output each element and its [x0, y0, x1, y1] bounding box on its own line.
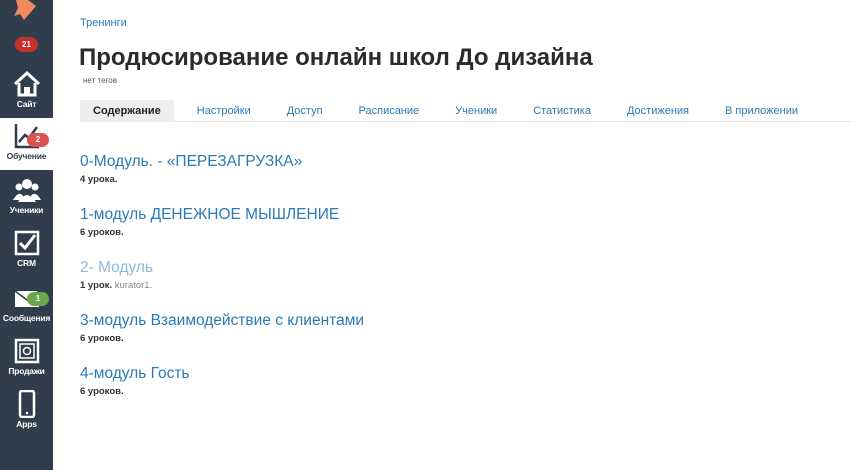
tags-label: нет тегов: [83, 76, 117, 85]
page-title: Продюсирование онлайн школ До дизайна: [79, 44, 593, 71]
home-icon: [13, 70, 40, 97]
module-link[interactable]: 0-Модуль. - «ПЕРЕЗАГРУЗКА»: [80, 152, 841, 172]
module-link[interactable]: 4-модуль Гость: [80, 364, 841, 384]
lesson-count: 6 уроков.: [80, 333, 124, 344]
sidebar-item-label: Apps: [16, 419, 37, 429]
module-link[interactable]: 3-модуль Взаимодействие с клиентами: [80, 311, 841, 331]
tab-schedule[interactable]: Расписание: [346, 100, 433, 122]
sidebar-item-students[interactable]: Ученики: [0, 172, 53, 224]
phone-icon: [18, 390, 35, 418]
sidebar-item-crm[interactable]: CRM: [0, 225, 53, 277]
breadcrumb-trainings[interactable]: Тренинги: [80, 17, 127, 29]
list-item: 4-модуль Гость 6 уроков.: [80, 364, 841, 417]
learning-badge: 2: [27, 133, 49, 147]
list-item: 3-модуль Взаимодействие с клиентами 6 ур…: [80, 311, 841, 364]
module-link[interactable]: 1-модуль ДЕНЕЖНОЕ МЫШЛЕНИЕ: [80, 205, 841, 225]
module-list: 0-Модуль. - «ПЕРЕЗАГРУЗКА» 4 урока. 1-мо…: [80, 152, 841, 417]
sidebar-item-sales[interactable]: Продажи: [0, 333, 53, 385]
tab-students[interactable]: Ученики: [442, 100, 510, 122]
sidebar-item-label: Ученики: [9, 205, 44, 215]
module-meta: 6 уроков.: [80, 227, 841, 238]
notifications-badge[interactable]: 21: [15, 37, 38, 52]
module-meta: 4 урока.: [80, 174, 841, 185]
rocket-logo-icon[interactable]: [10, 0, 42, 20]
sidebar-item-learning[interactable]: Обучение 2: [0, 118, 53, 170]
sidebar-item-label: Обучение: [6, 151, 47, 161]
sidebar-item-site[interactable]: Сайт: [0, 66, 53, 118]
messages-badge: 1: [27, 292, 49, 306]
module-link[interactable]: 2- Модуль: [80, 258, 841, 278]
lesson-count: 4 урока.: [80, 174, 118, 185]
tab-settings[interactable]: Настройки: [184, 100, 264, 122]
tab-content[interactable]: Содержание: [80, 100, 174, 122]
module-meta: 6 уроков.: [80, 333, 841, 344]
sidebar-item-label: Сообщения: [2, 313, 51, 323]
lesson-count: 1 урок.: [80, 280, 113, 291]
sidebar-item-apps[interactable]: Apps: [0, 386, 53, 438]
module-meta: 6 уроков.: [80, 386, 841, 397]
list-item: 2- Модуль 1 урок. kurator1.: [80, 258, 841, 311]
tab-statistics[interactable]: Статистика: [520, 100, 604, 122]
list-item: 0-Модуль. - «ПЕРЕЗАГРУЗКА» 4 урока.: [80, 152, 841, 205]
checkbox-icon: [14, 230, 39, 256]
curator-label: kurator1.: [114, 280, 153, 291]
tab-access[interactable]: Доступ: [274, 100, 336, 122]
tab-achievements[interactable]: Достижения: [614, 100, 702, 122]
list-item: 1-модуль ДЕНЕЖНОЕ МЫШЛЕНИЕ 6 уроков.: [80, 205, 841, 258]
users-icon: [12, 179, 41, 202]
lesson-count: 6 уроков.: [80, 386, 124, 397]
lesson-count: 6 уроков.: [80, 227, 124, 238]
tabs-bar: Содержание Настройки Доступ Расписание У…: [80, 100, 851, 122]
sidebar-item-messages[interactable]: Сообщения 1: [0, 280, 53, 332]
main-content: Тренинги Продюсирование онлайн школ До д…: [53, 0, 851, 470]
module-meta: 1 урок. kurator1.: [80, 280, 841, 291]
sidebar: 21 Сайт Обучение 2 Ученики CRM Сообщения…: [0, 0, 53, 470]
sidebar-item-label: Продажи: [8, 366, 45, 376]
sidebar-item-label: CRM: [17, 258, 36, 268]
safe-icon: [14, 338, 39, 364]
tab-in-app[interactable]: В приложении: [712, 100, 811, 122]
sidebar-item-label: Сайт: [16, 99, 37, 109]
